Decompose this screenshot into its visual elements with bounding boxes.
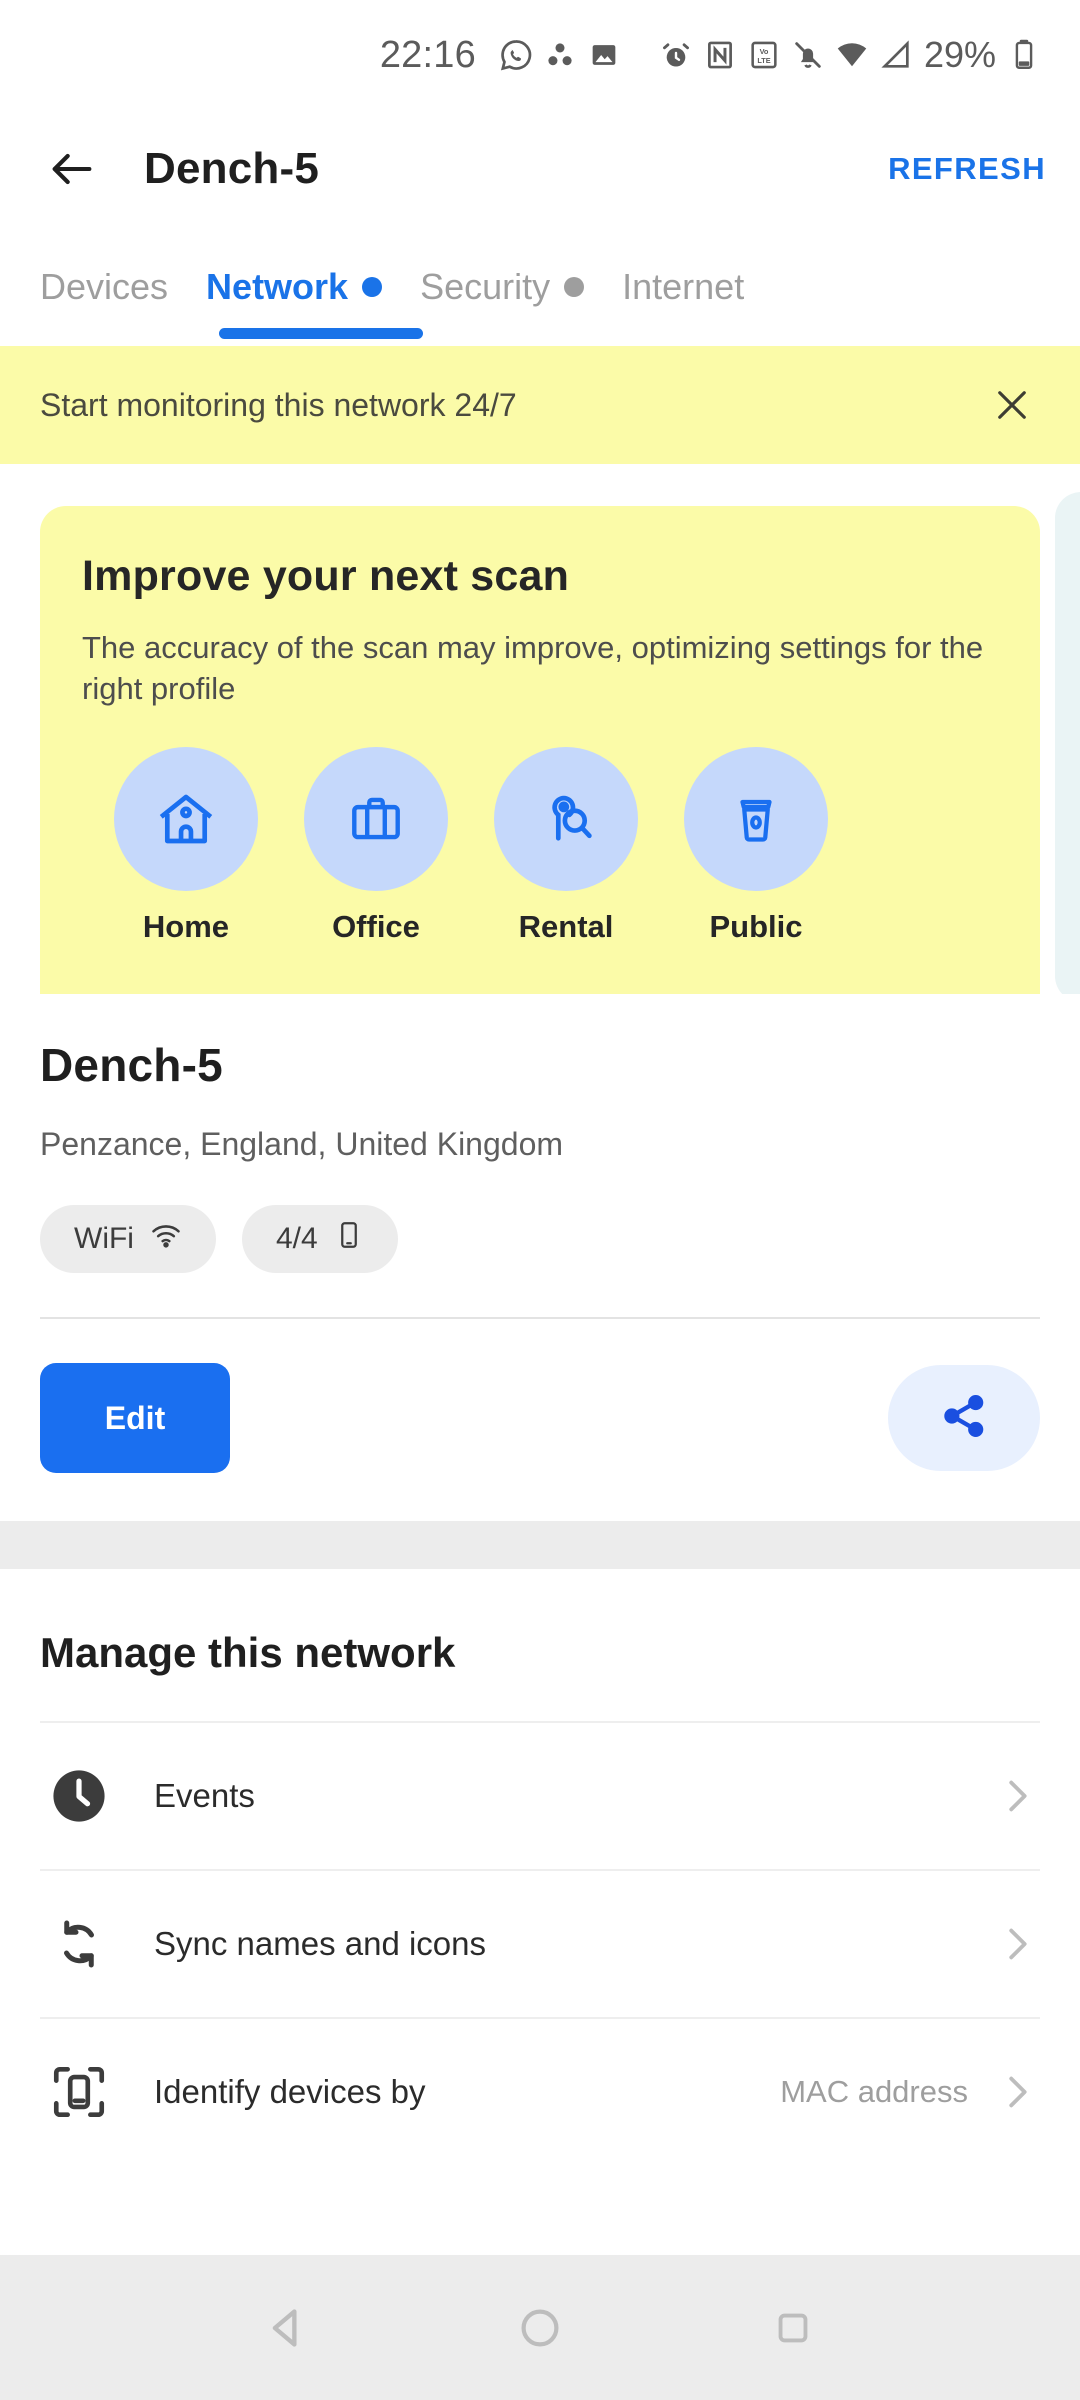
- list-item-events-label: Events: [154, 1777, 255, 1814]
- list-item-identify-devices-by[interactable]: Identify devices by MAC address: [40, 2017, 1040, 2165]
- improve-scan-subtitle: The accuracy of the scan may improve, op…: [82, 630, 984, 707]
- tab-devices-label: Devices: [40, 266, 169, 307]
- scan-device-icon: [40, 2061, 118, 2123]
- whatsapp-icon: [494, 33, 538, 77]
- promo-card-next-peek[interactable]: [1055, 492, 1080, 994]
- phone-icon: [334, 1220, 364, 1258]
- profile-option-rental-label: Rental: [518, 909, 614, 945]
- svg-text:LTE: LTE: [757, 56, 770, 65]
- profile-option-office-label: Office: [332, 909, 420, 945]
- nav-back-icon[interactable]: [242, 2283, 332, 2373]
- chip-wifi-label: WiFi: [74, 1222, 134, 1255]
- list-item-identify-value: MAC address: [780, 2074, 968, 2109]
- profile-option-public[interactable]: Public: [680, 747, 832, 945]
- volte-icon: Vo LTE: [742, 33, 786, 77]
- network-name: Dench-5: [40, 1039, 223, 1091]
- tab-security-status-dot: [564, 277, 585, 297]
- manage-network-title: Manage this network: [40, 1629, 456, 1676]
- battery-icon: [1002, 33, 1046, 77]
- profile-option-home-label: Home: [142, 909, 230, 945]
- chevron-right-icon: [994, 1773, 1040, 1819]
- improve-scan-card[interactable]: Improve your next scan The accuracy of t…: [40, 506, 1040, 994]
- promo-card-carousel[interactable]: Improve your next scan The accuracy of t…: [0, 464, 1080, 994]
- chip-device-count-label: 4/4: [275, 1222, 318, 1255]
- network-location: Penzance, England, United Kingdom: [40, 1126, 564, 1162]
- tab-network-label: Network: [206, 266, 349, 307]
- cell-signal-icon: [874, 33, 918, 77]
- network-chips: WiFi 4/4: [40, 1205, 1040, 1273]
- battery-percent: 29%: [923, 34, 996, 75]
- tab-internet[interactable]: Internet: [622, 228, 744, 328]
- house-icon: [114, 747, 258, 892]
- page-title: Dench-5: [144, 144, 319, 193]
- sync-icon: [40, 1914, 118, 1974]
- improve-scan-title: Improve your next scan: [82, 552, 570, 600]
- wifi-icon: [150, 1219, 182, 1259]
- tab-security-label: Security: [420, 266, 551, 307]
- tab-network-status-dot: [362, 277, 383, 297]
- chevron-right-icon: [994, 2069, 1040, 2115]
- nav-recents-icon[interactable]: [748, 2283, 838, 2373]
- refresh-button[interactable]: REFRESH: [888, 151, 1046, 187]
- chevron-right-icon: [994, 1921, 1040, 1967]
- nfc-icon: [698, 33, 742, 77]
- profile-option-rental[interactable]: Rental: [490, 747, 642, 945]
- share-button[interactable]: [888, 1365, 1040, 1471]
- asana-dots-icon: [538, 33, 582, 77]
- list-item-identify-label: Identify devices by: [154, 2073, 426, 2110]
- mute-bell-icon: [786, 33, 830, 77]
- edit-button[interactable]: Edit: [40, 1363, 230, 1473]
- tab-internet-label: Internet: [622, 266, 745, 307]
- wifi-icon: [830, 33, 874, 77]
- manage-network-section: Manage this network Events Sync names an…: [0, 1569, 1080, 2165]
- gallery-icon: [582, 33, 626, 77]
- list-item-events[interactable]: Events: [40, 1721, 1040, 1869]
- briefcase-icon: [304, 747, 448, 892]
- alarm-icon: [654, 33, 698, 77]
- coffee-cup-icon: [684, 747, 828, 892]
- close-icon[interactable]: [984, 377, 1040, 433]
- network-actions: Edit: [0, 1319, 1080, 1521]
- profile-option-public-label: Public: [709, 909, 803, 945]
- profile-option-office[interactable]: Office: [300, 747, 452, 945]
- android-nav-bar: [0, 2255, 1080, 2400]
- nav-home-icon[interactable]: [495, 2283, 585, 2373]
- profile-options: Home Office Rental Public: [82, 747, 998, 945]
- monitoring-banner[interactable]: Start monitoring this network 24/7: [0, 346, 1080, 464]
- tab-security[interactable]: Security: [420, 228, 585, 328]
- tab-network[interactable]: Network: [206, 228, 383, 328]
- network-info: Dench-5 Penzance, England, United Kingdo…: [0, 994, 1080, 1319]
- chip-connection-type: WiFi: [40, 1205, 216, 1273]
- share-icon: [938, 1390, 990, 1447]
- key-search-icon: [494, 747, 638, 892]
- tab-devices[interactable]: Devices: [40, 228, 168, 328]
- status-clock: 22:16: [379, 33, 476, 76]
- svg-text:Vo: Vo: [760, 47, 769, 56]
- clock-icon: [40, 1763, 118, 1829]
- status-bar: 22:16 Vo LTE 29%: [0, 0, 1080, 110]
- chip-device-count: 4/4: [241, 1205, 398, 1273]
- list-item-sync-label: Sync names and icons: [154, 1925, 487, 1962]
- app-bar: Dench-5 REFRESH: [0, 110, 1080, 228]
- section-separator: [0, 1521, 1080, 1569]
- tab-bar: Devices Network Security Internet: [0, 228, 1080, 346]
- profile-option-home[interactable]: Home: [110, 747, 262, 945]
- back-arrow-icon[interactable]: [40, 137, 104, 201]
- monitoring-banner-text: Start monitoring this network 24/7: [40, 386, 517, 423]
- tab-active-underline: [219, 328, 423, 339]
- list-item-sync-names-and-icons[interactable]: Sync names and icons: [40, 1869, 1040, 2017]
